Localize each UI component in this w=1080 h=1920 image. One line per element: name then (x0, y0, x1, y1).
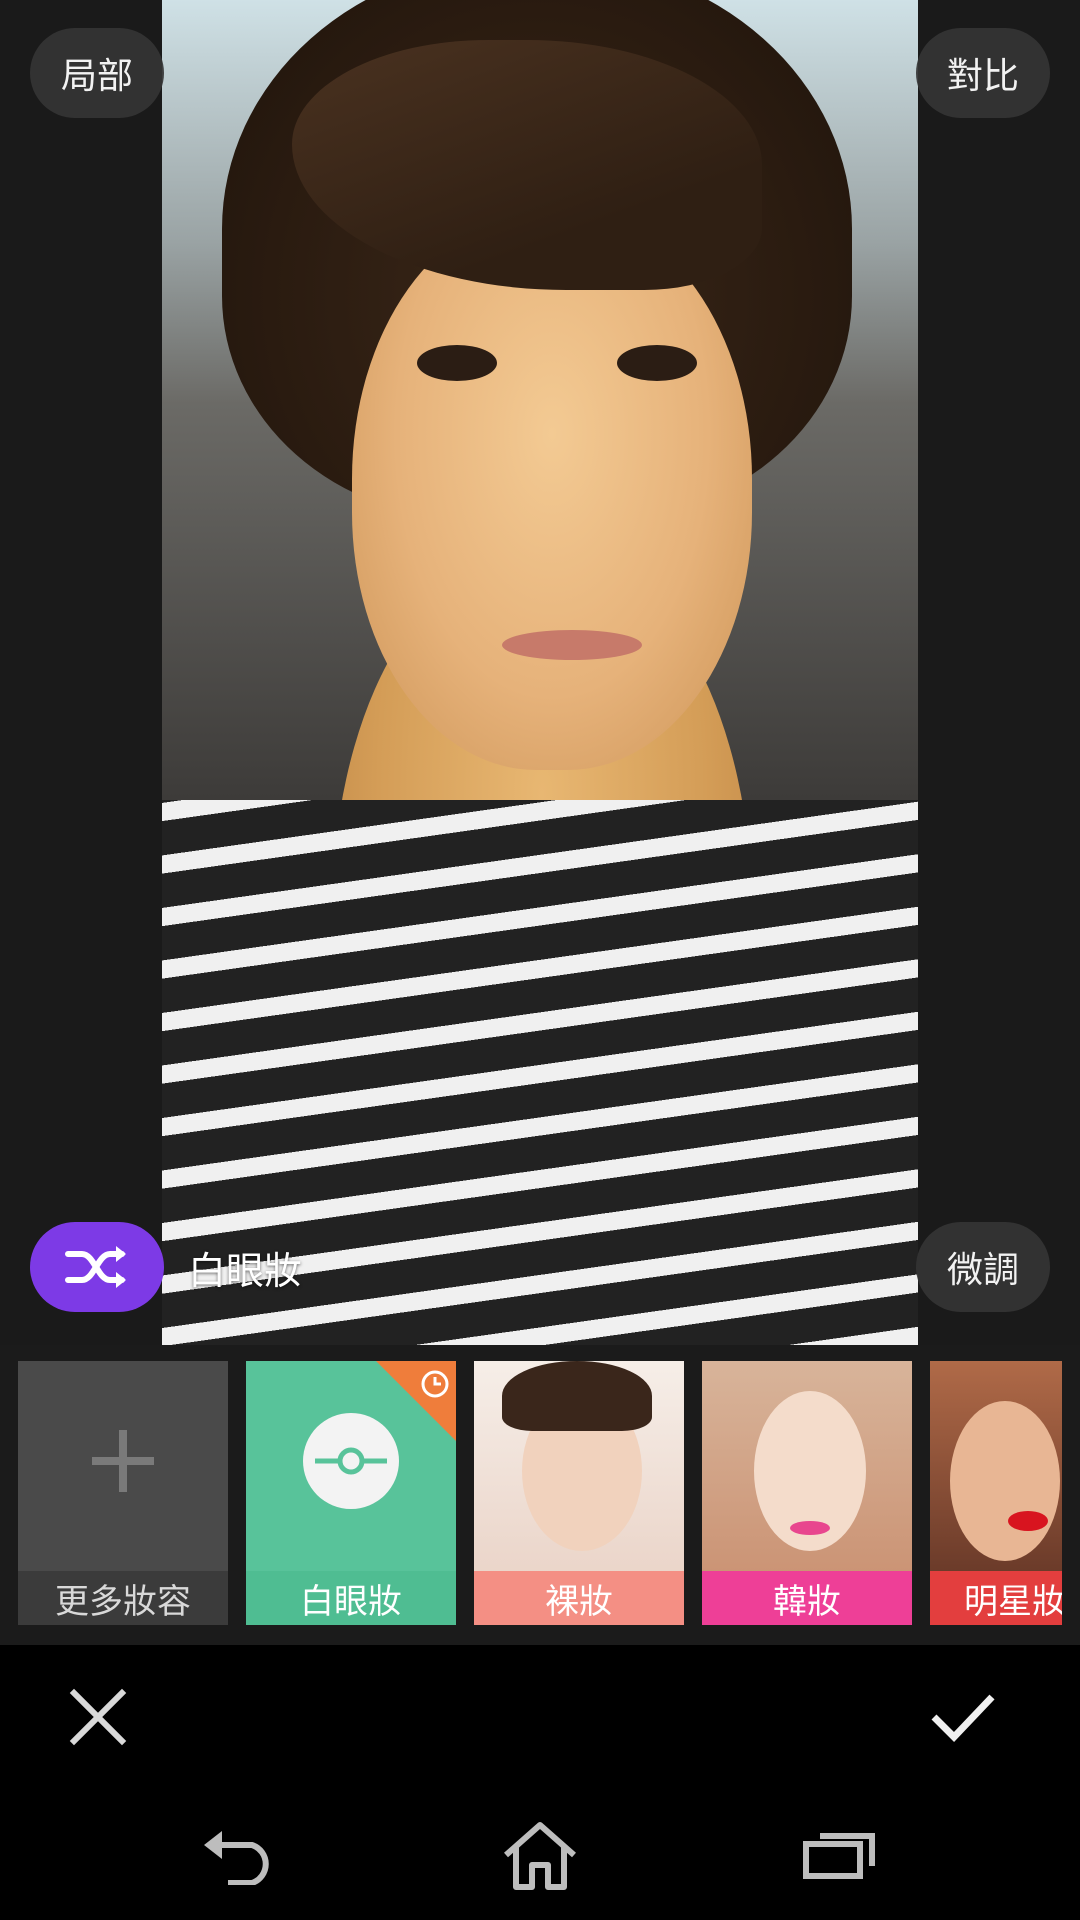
thumb-label: 裸妝 (474, 1571, 684, 1625)
back-icon (204, 1831, 269, 1885)
shuffle-button[interactable] (30, 1222, 164, 1312)
cancel-button[interactable] (50, 1669, 146, 1765)
white-eye-thumb[interactable]: 白眼妝 (246, 1361, 456, 1625)
recents-icon (803, 1833, 875, 1879)
model-lips (790, 1521, 830, 1535)
system-nav-bar (0, 1780, 1080, 1920)
photo-right-eye (617, 345, 697, 381)
fine-tune-button[interactable]: 微調 (916, 1222, 1050, 1312)
photo-editor: 局部 對比 白眼妝 微調 (0, 0, 1080, 1345)
partial-label: 局部 (60, 56, 133, 97)
current-style-label: 白眼妝 (188, 1249, 303, 1293)
recents-button[interactable] (780, 1810, 900, 1900)
nude-makeup-thumb[interactable]: 裸妝 (474, 1361, 684, 1625)
partial-button[interactable]: 局部 (30, 28, 164, 118)
thumb-label: 白眼妝 (246, 1571, 456, 1625)
more-styles-thumb[interactable]: 更多妝容 (18, 1361, 228, 1625)
close-icon (69, 1688, 127, 1746)
action-bar (0, 1645, 1080, 1780)
model-face (950, 1401, 1060, 1561)
thumb-label: 更多妝容 (18, 1571, 228, 1625)
plus-icon (92, 1430, 154, 1492)
thumb-label: 韓妝 (702, 1571, 912, 1625)
compare-button[interactable]: 對比 (916, 28, 1050, 118)
back-button[interactable] (180, 1810, 300, 1900)
photo-lips (502, 630, 642, 660)
korean-makeup-thumb[interactable]: 韓妝 (702, 1361, 912, 1625)
model-hair (502, 1361, 652, 1431)
clock-icon (421, 1370, 449, 1398)
home-icon (504, 1822, 576, 1890)
checkmark-icon (931, 1694, 995, 1743)
thumb-label: 明星妝 (930, 1571, 1062, 1625)
selfie-photo[interactable] (162, 0, 918, 1345)
confirm-button[interactable] (915, 1669, 1011, 1765)
makeup-style-strip: 更多妝容 白眼妝 裸妝 韓妝 明星妝 (0, 1345, 1080, 1645)
photo-face (352, 210, 752, 770)
shuffle-icon (65, 1246, 126, 1288)
compare-label: 對比 (946, 56, 1019, 97)
fine-tune-label: 微調 (946, 1250, 1019, 1291)
star-makeup-thumb[interactable]: 明星妝 (930, 1361, 1062, 1625)
photo-left-eye (417, 345, 497, 381)
model-lips (1008, 1511, 1048, 1531)
home-button[interactable] (480, 1810, 600, 1900)
